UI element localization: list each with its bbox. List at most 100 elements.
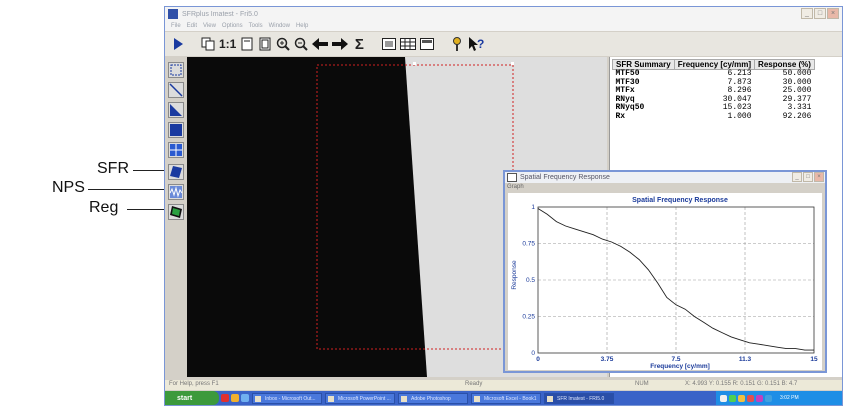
image-view-icon[interactable] bbox=[382, 35, 397, 53]
taskbar-item-outlook[interactable]: Inbox - Microsoft Out... bbox=[252, 392, 322, 404]
reg-callout-label: Reg bbox=[89, 199, 119, 216]
tray-icon[interactable] bbox=[738, 394, 745, 402]
zoom-out-icon[interactable] bbox=[294, 35, 309, 53]
menu-tools[interactable]: Tools bbox=[249, 21, 263, 31]
window-title: SFRplus Imatest - Fri5.0 bbox=[182, 10, 258, 18]
sfr-callout-line bbox=[133, 170, 165, 171]
app-icon bbox=[168, 9, 178, 19]
sfr-tool-icon[interactable] bbox=[168, 164, 184, 180]
start-button[interactable]: start bbox=[165, 391, 219, 405]
chart-y-tick-label: 1 bbox=[531, 204, 535, 211]
chart-y-tick-label: 0.75 bbox=[522, 241, 535, 248]
taskbar-item-photoshop[interactable]: Adobe Photoshop bbox=[398, 392, 468, 404]
status-coordinates: X: 4.993 Y: 0.155 R: 0.151 G: 0.151 B: 4… bbox=[685, 381, 798, 387]
taskbar-item-powerpoint[interactable]: Microsoft PowerPoint ... bbox=[325, 392, 395, 404]
col-header-response[interactable]: Response (%) bbox=[754, 59, 815, 70]
chart-x-tick-label: 3.75 bbox=[601, 356, 614, 363]
chart-x-axis-label: Frequency [cy/mm] bbox=[650, 363, 710, 370]
taskbar-item-imatest[interactable]: SFR Imatest - FRI5.0 bbox=[544, 392, 614, 404]
sfr-summary-table: SFR Summary Frequency [cy/mm] Response (… bbox=[612, 59, 815, 121]
tray-icon[interactable] bbox=[756, 394, 763, 402]
roi-handle[interactable] bbox=[511, 62, 514, 65]
close-button[interactable]: × bbox=[827, 8, 839, 19]
reg-tool-icon[interactable] bbox=[168, 204, 184, 220]
chart-y-axis-label: Response bbox=[511, 260, 518, 290]
sfr-dialog[interactable]: Spatial Frequency Response _ □ × Graph S… bbox=[503, 170, 827, 373]
report-view-icon[interactable] bbox=[420, 35, 435, 53]
taskbar: start Inbox - Microsoft Out... Microsoft… bbox=[165, 391, 842, 405]
dialog-title-bar[interactable]: Spatial Frequency Response _ □ × bbox=[505, 172, 825, 183]
sfr-chart: Spatial Frequency Response Frequency [cy… bbox=[508, 193, 822, 370]
response-value: 92.206 bbox=[782, 111, 812, 121]
left-tool-palette bbox=[166, 60, 186, 386]
triangle-tool-icon[interactable] bbox=[168, 102, 184, 118]
chart-x-tick-label: 15 bbox=[810, 356, 818, 363]
menu-view[interactable]: View bbox=[203, 21, 216, 31]
sum-button[interactable]: Σ bbox=[352, 35, 366, 53]
taskbar-item-excel[interactable]: Microsoft Excel - Book1 bbox=[471, 392, 541, 404]
menu-options[interactable]: Options bbox=[222, 21, 243, 31]
status-num-indicator: NUM bbox=[635, 381, 649, 387]
arrow-left-icon[interactable] bbox=[312, 35, 329, 53]
nps-callout-label: NPS bbox=[52, 179, 85, 196]
svg-text:?: ? bbox=[477, 37, 484, 51]
reg-callout-line bbox=[127, 209, 165, 210]
menu-help[interactable]: Help bbox=[296, 21, 308, 31]
chart-title: Spatial Frequency Response bbox=[632, 197, 728, 204]
chart-x-tick-label: 7.5 bbox=[671, 356, 680, 363]
tray-icon[interactable] bbox=[729, 394, 736, 402]
chart-background bbox=[508, 193, 822, 370]
menu-bar: File Edit View Options Tools Window Help bbox=[165, 21, 842, 31]
tray-icon[interactable] bbox=[747, 394, 754, 402]
tray-icon[interactable] bbox=[765, 394, 772, 402]
frequency-value: 1.000 bbox=[727, 111, 752, 121]
table-view-icon[interactable] bbox=[400, 35, 417, 53]
nps-callout-line bbox=[88, 189, 165, 190]
line-tool-icon[interactable] bbox=[168, 82, 184, 98]
chart-y-tick-label: 0.25 bbox=[522, 314, 535, 321]
dialog-title: Spatial Frequency Response bbox=[520, 174, 610, 181]
grid-tool-icon[interactable] bbox=[168, 142, 184, 158]
menu-edit[interactable]: Edit bbox=[187, 21, 197, 31]
maximize-button[interactable]: □ bbox=[814, 8, 826, 19]
col-header-frequency[interactable]: Frequency [cy/mm] bbox=[673, 59, 756, 70]
sfr-chart-svg: Spatial Frequency Response Frequency [cy… bbox=[508, 193, 822, 370]
sfr-callout-label: SFR bbox=[97, 160, 129, 177]
play-icon[interactable] bbox=[171, 35, 185, 53]
dialog-minimize-button[interactable]: _ bbox=[792, 172, 802, 182]
dialog-icon bbox=[507, 173, 517, 182]
key-icon[interactable] bbox=[450, 35, 464, 53]
chart-x-tick-label: 0 bbox=[536, 356, 540, 363]
chart-x-tick-label: 11.3 bbox=[739, 356, 752, 363]
rectangle-tool-icon[interactable] bbox=[168, 122, 184, 138]
quicklaunch-icon[interactable] bbox=[241, 394, 249, 402]
fit-page-icon[interactable] bbox=[240, 35, 254, 53]
col-header-summary[interactable]: SFR Summary bbox=[612, 59, 675, 70]
system-tray: 3:02 PM bbox=[716, 391, 842, 405]
main-toolbar: 1:1 Σ ? bbox=[165, 32, 842, 56]
quicklaunch-icon[interactable] bbox=[231, 394, 239, 402]
zoom-in-icon[interactable] bbox=[276, 35, 291, 53]
table-row: Rx 1.000 92.206 bbox=[613, 111, 815, 122]
status-bar: For Help, press F1 Ready NUM X: 4.993 Y:… bbox=[165, 380, 842, 390]
metric-name: Rx bbox=[615, 111, 626, 121]
crop-tool-icon[interactable] bbox=[168, 62, 184, 78]
taskbar-clock: 3:02 PM bbox=[780, 395, 799, 401]
help-icon[interactable]: ? bbox=[468, 35, 484, 53]
dialog-menu-graph[interactable]: Graph bbox=[505, 183, 825, 191]
zoom-one-to-one-button[interactable]: 1:1 bbox=[219, 35, 236, 53]
quicklaunch-icon[interactable] bbox=[221, 394, 229, 402]
roi-handle[interactable] bbox=[413, 62, 416, 65]
tray-icon[interactable] bbox=[720, 394, 727, 402]
dialog-close-button[interactable]: × bbox=[814, 172, 824, 182]
fit-width-icon[interactable] bbox=[258, 35, 272, 53]
menu-window[interactable]: Window bbox=[269, 21, 290, 31]
title-bar: SFRplus Imatest - Fri5.0 _ □ × bbox=[165, 7, 842, 21]
nps-tool-icon[interactable] bbox=[168, 184, 184, 200]
menu-file[interactable]: File bbox=[171, 21, 181, 31]
minimize-button[interactable]: _ bbox=[801, 8, 813, 19]
arrow-right-icon[interactable] bbox=[332, 35, 349, 53]
status-ready-text: Ready bbox=[465, 381, 483, 387]
dialog-maximize-button[interactable]: □ bbox=[803, 172, 813, 182]
copy-icon[interactable] bbox=[201, 35, 215, 53]
